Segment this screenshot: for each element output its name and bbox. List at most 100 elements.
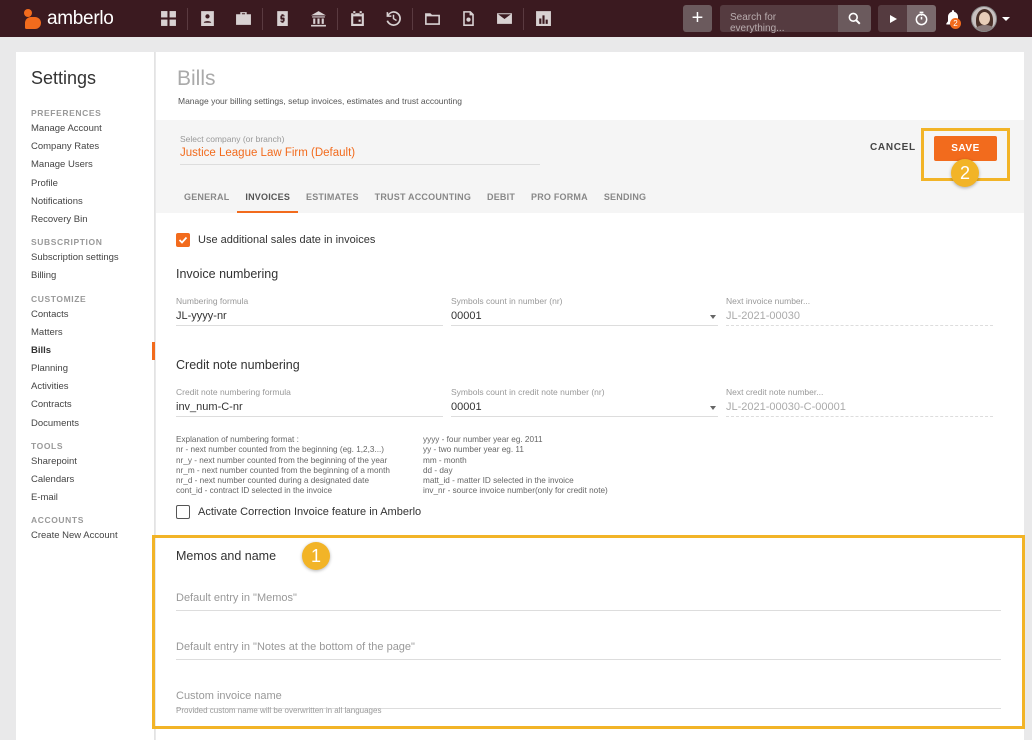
correction-invoice-option[interactable]: Activate Correction Invoice feature in A… bbox=[176, 505, 421, 519]
amberlo-logo[interactable]: amberlo bbox=[22, 8, 142, 30]
timer-button[interactable] bbox=[907, 5, 936, 32]
chevron-down-icon bbox=[710, 406, 716, 410]
numbering-formula-input[interactable]: JL-yyyy-nr bbox=[176, 308, 443, 326]
symbols-count-field[interactable]: Symbols count in number (nr) 00001 bbox=[451, 296, 718, 326]
next-invoice-number-value: JL-2021-00030 bbox=[726, 308, 993, 326]
bank-icon[interactable] bbox=[300, 0, 336, 37]
sidebar-item-calendars[interactable]: Calendars bbox=[16, 471, 154, 489]
sidebar-item-bills[interactable]: Bills bbox=[16, 341, 155, 361]
user-menu-chevron-down-icon[interactable] bbox=[1002, 17, 1010, 21]
bills-icon[interactable] bbox=[264, 0, 300, 37]
sidebar-item-recovery-bin[interactable]: Recovery Bin bbox=[16, 211, 154, 229]
correction-invoice-label: Activate Correction Invoice feature in A… bbox=[198, 506, 422, 518]
settings-sidebar: Settings PREFERENCES Manage Account Compan… bbox=[16, 52, 155, 740]
credit-formula-input[interactable]: inv_num-C-nr bbox=[176, 399, 443, 417]
next-invoice-number-label: Next invoice number... bbox=[726, 296, 811, 306]
sidebar-item-activities[interactable]: Activities bbox=[16, 378, 154, 396]
tab-invoices[interactable]: INVOICES bbox=[237, 185, 298, 213]
notifications-badge: 2 bbox=[950, 18, 961, 29]
symbols-count-label: Symbols count in number (nr) bbox=[451, 296, 563, 306]
sidebar-group-label: PREFERENCES bbox=[31, 108, 102, 118]
nav-divider bbox=[412, 7, 413, 30]
search-icon bbox=[848, 12, 861, 25]
callout-badge-2: 2 bbox=[951, 159, 979, 187]
callout-badge-1: 1 bbox=[302, 542, 330, 570]
numbering-formula-field[interactable]: Numbering formula JL-yyyy-nr bbox=[176, 296, 443, 326]
credit-symbols-count-label: Symbols count in credit note number (nr) bbox=[451, 387, 605, 397]
user-avatar[interactable] bbox=[971, 6, 997, 32]
chevron-down-icon bbox=[710, 315, 716, 319]
play-icon bbox=[889, 14, 897, 23]
sidebar-group-label: ACCOUNTS bbox=[31, 515, 84, 526]
mail-icon[interactable] bbox=[486, 0, 522, 37]
numbering-explanation-right: yyyy - four number year eg. 2011 yy - tw… bbox=[423, 435, 608, 496]
sales-date-checkbox[interactable] bbox=[176, 233, 190, 247]
sidebar-item-notifications[interactable]: Notifications bbox=[16, 193, 154, 211]
sidebar-item-e-mail[interactable]: E-mail bbox=[16, 489, 154, 507]
sidebar-item-matters[interactable]: Matters bbox=[16, 324, 154, 342]
global-search-input[interactable]: Search for everything... bbox=[720, 5, 838, 34]
history-icon[interactable] bbox=[375, 0, 411, 37]
sidebar-title: Settings bbox=[31, 68, 97, 88]
credit-numbering-title: Credit note numbering bbox=[176, 358, 300, 372]
amberlo-logo-icon bbox=[22, 8, 44, 30]
credit-formula-label: Credit note numbering formula bbox=[176, 387, 291, 397]
credit-symbols-count-value: 00001 bbox=[451, 401, 482, 413]
document-settings-icon[interactable] bbox=[450, 0, 486, 37]
tab-estimates[interactable]: ESTIMATES bbox=[298, 185, 367, 213]
sidebar-group-label: SUBSCRIPTION bbox=[31, 237, 103, 248]
tab-pro-forma[interactable]: PRO FORMA bbox=[523, 185, 596, 213]
sidebar-item-sharepoint[interactable]: Sharepoint bbox=[16, 453, 154, 471]
company-select-label: Select company (or branch) bbox=[180, 134, 285, 144]
next-credit-number-field: Next credit note number... JL-2021-00030… bbox=[726, 387, 993, 417]
tab-debit[interactable]: DEBIT bbox=[479, 185, 523, 213]
matters-icon[interactable] bbox=[225, 0, 261, 37]
cancel-button[interactable]: CANCEL bbox=[870, 142, 916, 153]
sales-date-label: Use additional sales date in invoices bbox=[198, 234, 376, 246]
start-timer-button[interactable] bbox=[878, 5, 907, 32]
checkmark-icon bbox=[178, 236, 188, 244]
sidebar-item-subscription-settings[interactable]: Subscription settings bbox=[16, 249, 154, 267]
nav-divider bbox=[262, 7, 263, 30]
page-title: Bills bbox=[177, 67, 216, 90]
numbering-explanation-left: Explanation of numbering format : nr - n… bbox=[176, 435, 390, 496]
sidebar-item-documents[interactable]: Documents bbox=[16, 415, 154, 433]
search-button[interactable] bbox=[838, 5, 871, 32]
sidebar-group-label: TOOLS bbox=[31, 440, 64, 451]
sidebar-item-create-new-account[interactable]: Create New Account bbox=[16, 527, 154, 545]
folder-icon[interactable] bbox=[414, 0, 450, 37]
tab-general[interactable]: GENERAL bbox=[176, 185, 237, 213]
sidebar-item-planning[interactable]: Planning bbox=[16, 360, 154, 378]
symbols-count-select[interactable]: 00001 bbox=[451, 308, 718, 326]
sidebar-item-contacts[interactable]: Contacts bbox=[16, 306, 154, 324]
top-bar: amberlo + Search for everything... 2 bbox=[0, 0, 1032, 37]
memos-highlight-frame bbox=[152, 535, 1025, 729]
contacts-icon[interactable] bbox=[189, 0, 225, 37]
company-select[interactable]: Justice League Law Firm (Default) bbox=[180, 147, 540, 165]
invoice-numbering-title: Invoice numbering bbox=[176, 267, 279, 281]
credit-symbols-count-select[interactable]: 00001 bbox=[451, 399, 718, 417]
tab-sending[interactable]: SENDING bbox=[596, 185, 654, 213]
nav-divider bbox=[187, 7, 188, 30]
add-new-button[interactable]: + bbox=[683, 5, 712, 32]
reports-icon[interactable] bbox=[525, 0, 561, 37]
stopwatch-icon bbox=[915, 11, 928, 26]
credit-formula-field[interactable]: Credit note numbering formula inv_num-C-… bbox=[176, 387, 443, 417]
sidebar-item-billing[interactable]: Billing bbox=[16, 267, 154, 285]
logo-text: amberlo bbox=[47, 7, 114, 29]
sales-date-option[interactable]: Use additional sales date in invoices bbox=[176, 233, 375, 247]
credit-symbols-count-field[interactable]: Symbols count in credit note number (nr)… bbox=[451, 387, 718, 417]
dashboard-icon[interactable] bbox=[150, 0, 186, 37]
tab-trust-accounting[interactable]: TRUST ACCOUNTING bbox=[367, 185, 479, 213]
sidebar-item-manage-users[interactable]: Manage Users bbox=[16, 156, 154, 174]
numbering-formula-label: Numbering formula bbox=[176, 296, 249, 306]
sidebar-item-profile[interactable]: Profile bbox=[16, 175, 154, 193]
sidebar-item-manage-account[interactable]: Manage Account bbox=[16, 120, 154, 138]
next-invoice-number-field: Next invoice number... JL-2021-00030 bbox=[726, 296, 993, 326]
page-subtitle: Manage your billing settings, setup invo… bbox=[178, 96, 462, 106]
calendar-icon[interactable] bbox=[339, 0, 375, 37]
sidebar-item-company-rates[interactable]: Company Rates bbox=[16, 138, 154, 156]
correction-invoice-checkbox[interactable] bbox=[176, 505, 190, 519]
sidebar-groups: PREFERENCES Manage Account Company Rates Ma… bbox=[16, 106, 155, 546]
sidebar-item-contracts[interactable]: Contracts bbox=[16, 396, 154, 414]
